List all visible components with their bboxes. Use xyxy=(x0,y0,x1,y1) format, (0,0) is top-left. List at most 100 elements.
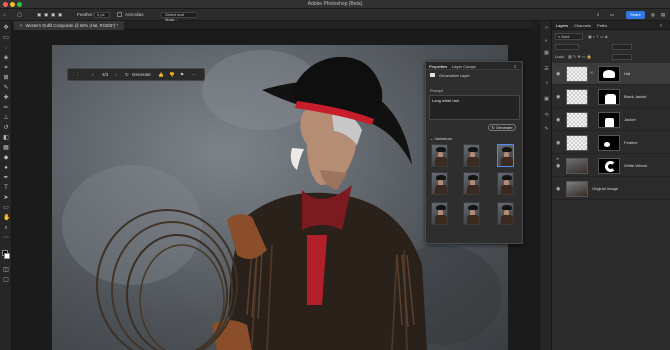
layer-row-jacket[interactable]: ◉ Jacket xyxy=(552,109,670,131)
eraser-tool-icon[interactable]: ◧ xyxy=(3,135,9,141)
hand-tool-icon[interactable]: ✋ xyxy=(3,215,10,221)
home-icon[interactable]: ⌂ xyxy=(3,12,6,17)
more-tools-icon[interactable]: ⋯ xyxy=(3,235,9,241)
layer-mask-thumbnail[interactable] xyxy=(598,66,620,82)
thumbs-up-icon[interactable]: 👍 xyxy=(158,72,164,78)
stamp-tool-icon[interactable]: ⊥ xyxy=(3,115,9,121)
new-selection-icon[interactable]: ▣ xyxy=(37,12,41,18)
variation-thumbnail[interactable] xyxy=(497,172,514,195)
prompt-input[interactable]: Long white hair xyxy=(429,95,520,120)
generate-button[interactable]: Generate xyxy=(132,72,151,77)
layer-row-black-jacket[interactable]: ◉ Black Jacket xyxy=(552,86,670,108)
variation-thumbnail[interactable] xyxy=(431,172,448,195)
properties-generate-button[interactable]: ↻ Generate xyxy=(488,124,516,131)
gradient-tool-icon[interactable]: ▦ xyxy=(3,145,9,151)
layer-row-white-wheat[interactable]: ◉ ➤ White Wheat xyxy=(552,155,670,177)
more-options-icon[interactable]: ⋯ xyxy=(192,72,197,78)
report-flag-icon[interactable]: ⚑ xyxy=(180,72,184,78)
variation-thumbnail[interactable] xyxy=(463,172,480,195)
layer-mask-thumbnail[interactable] xyxy=(598,135,620,151)
subtract-selection-icon[interactable]: ▣ xyxy=(51,12,55,18)
variation-thumbnail[interactable] xyxy=(497,202,514,225)
zoom-tool-icon[interactable]: ⌕ xyxy=(3,225,9,231)
layer-mask-thumbnail[interactable] xyxy=(598,158,620,174)
workspace-icon[interactable]: ▭ xyxy=(610,12,614,18)
layer-mask-thumbnail[interactable] xyxy=(598,112,620,128)
visibility-eye-icon[interactable]: ◉ xyxy=(556,94,560,100)
thumbs-down-icon[interactable]: 👎 xyxy=(169,72,175,78)
type-tool-icon[interactable]: T xyxy=(3,185,9,191)
lasso-tool-icon[interactable]: ◌ xyxy=(3,45,9,51)
visibility-eye-icon[interactable]: ◉ xyxy=(556,117,560,123)
brush-panel-icon[interactable]: ✎ xyxy=(544,127,549,132)
anti-alias-checkbox[interactable] xyxy=(117,12,122,17)
libraries-panel-icon[interactable]: ▣ xyxy=(544,97,549,102)
object-select-tool-icon[interactable]: ◈ xyxy=(3,55,9,61)
path-select-icon[interactable]: ➤ xyxy=(3,195,9,201)
frame-tool-icon[interactable]: ⊠ xyxy=(3,75,9,81)
search-icon[interactable]: ⌕ xyxy=(597,12,600,17)
tab-channels[interactable]: Channels xyxy=(574,23,591,28)
variation-thumbnail[interactable] xyxy=(431,202,448,225)
quick-mask-icon[interactable]: ◫ xyxy=(3,267,9,273)
drag-handle-icon[interactable]: ⋮⋮ xyxy=(71,72,80,78)
blend-mode-select[interactable] xyxy=(555,44,579,50)
crop-tool-icon[interactable]: ⌗ xyxy=(3,65,9,71)
blur-tool-icon[interactable]: ◆ xyxy=(3,155,9,161)
variation-thumbnail[interactable] xyxy=(463,144,480,167)
panels-icon[interactable]: ▤ xyxy=(661,12,665,18)
swatches-panel-icon[interactable]: ▦ xyxy=(544,51,549,56)
variation-thumbnail[interactable] xyxy=(431,144,448,167)
panel-menu-icon[interactable]: ≡ xyxy=(660,23,662,28)
panel-menu-icon[interactable]: ≡ xyxy=(514,64,516,69)
feather-input[interactable]: 0 px xyxy=(94,12,110,18)
layer-mask-thumbnail[interactable] xyxy=(598,89,620,105)
move-tool-icon[interactable]: ✥ xyxy=(3,25,9,31)
visibility-eye-icon[interactable]: ◉ xyxy=(556,186,560,192)
filter-icons[interactable]: ▣ ◐ T ▭ ◈ xyxy=(588,34,608,39)
eyedropper-tool-icon[interactable]: ✎ xyxy=(3,85,9,91)
color-panel-icon[interactable]: ◐ xyxy=(544,39,549,44)
visibility-eye-icon[interactable]: ◉ xyxy=(556,140,560,146)
variations-label: ⌄ Variations xyxy=(430,136,452,141)
screen-mode-icon[interactable]: ▢ xyxy=(3,277,9,283)
share-button[interactable]: Share xyxy=(626,11,645,19)
lock-icons[interactable]: ▦ ✎ ✥ ▭ 🔒 xyxy=(568,54,592,59)
brush-tool-icon[interactable]: ✏ xyxy=(3,105,9,111)
healing-brush-icon[interactable]: ✚ xyxy=(3,95,9,101)
layer-row-hat[interactable]: ◉ ∞ Hat xyxy=(552,63,670,85)
close-tab-icon[interactable]: × xyxy=(20,23,22,28)
background-color-swatch[interactable] xyxy=(4,253,10,259)
properties-panel-icon[interactable]: ☰ xyxy=(544,67,549,72)
tab-layers[interactable]: Layers xyxy=(556,23,568,28)
visibility-eye-icon[interactable]: ◉ xyxy=(556,163,560,169)
tab-properties[interactable]: Properties xyxy=(429,64,447,69)
intersect-selection-icon[interactable]: ▣ xyxy=(58,12,62,18)
lasso-tool-icon[interactable]: ◯ xyxy=(17,12,22,18)
variation-thumbnail-selected[interactable] xyxy=(497,144,514,167)
dodge-tool-icon[interactable]: ● xyxy=(3,165,9,171)
layer-row-feather[interactable]: ◉ Feather xyxy=(552,132,670,154)
document-tab[interactable]: × Western Outfit Composite @ 66% (Hat, RG… xyxy=(14,21,125,30)
layer-filter-kind-select[interactable]: ⌕ Kind xyxy=(555,33,583,40)
adjustments-panel-icon[interactable]: ◑ xyxy=(544,81,549,86)
generate-icon[interactable]: ↻ xyxy=(125,72,129,78)
tab-layer-comps[interactable]: Layer Comps xyxy=(452,64,476,69)
artboard-tool-icon[interactable]: ▭ xyxy=(3,35,9,41)
rectangle-tool-icon[interactable]: ▭ xyxy=(3,205,9,211)
variation-thumbnail[interactable] xyxy=(463,202,480,225)
next-variation-icon[interactable]: › xyxy=(115,72,117,77)
previous-variation-icon[interactable]: ‹ xyxy=(92,72,94,77)
select-and-mask-button[interactable]: Select and Mask... xyxy=(160,12,198,22)
discover-icon[interactable]: ◍ xyxy=(651,12,655,18)
layer-row-original-image[interactable]: ◉ Original Image xyxy=(552,178,670,200)
visibility-eye-icon[interactable]: ◉ xyxy=(556,71,560,77)
collapse-icon[interactable]: » xyxy=(544,26,549,31)
pen-tool-icon[interactable]: ✒ xyxy=(3,175,9,181)
fill-input[interactable] xyxy=(612,54,632,60)
history-panel-icon[interactable]: ⟲ xyxy=(544,113,549,118)
opacity-input[interactable] xyxy=(612,44,632,50)
history-brush-icon[interactable]: ↺ xyxy=(3,125,9,131)
tab-paths[interactable]: Paths xyxy=(597,23,607,28)
add-selection-icon[interactable]: ▣ xyxy=(44,12,48,18)
